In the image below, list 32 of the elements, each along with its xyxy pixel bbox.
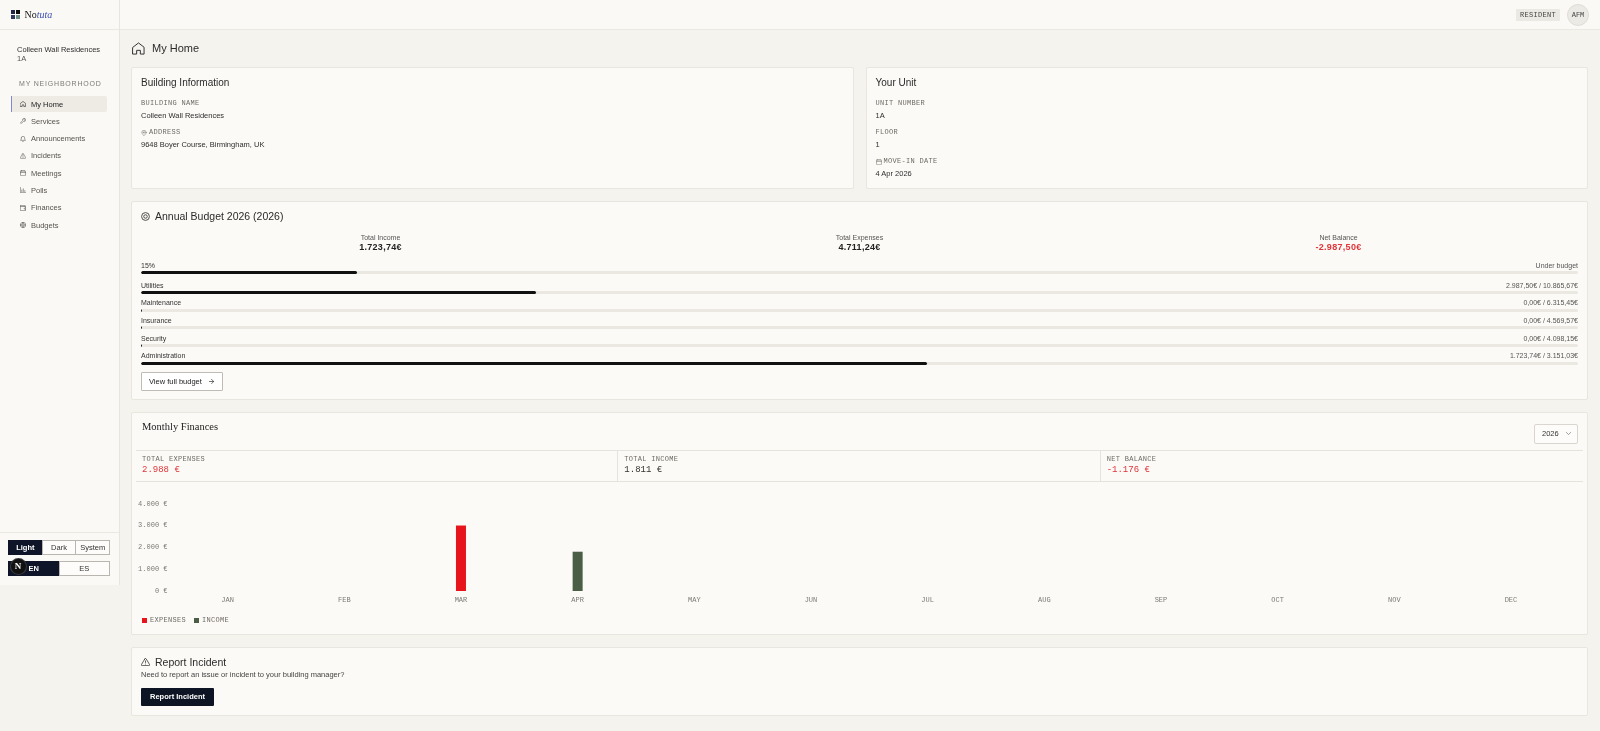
page-title: My Home	[152, 41, 200, 55]
warning-icon	[20, 152, 26, 159]
stat-value: 2.988 €	[142, 464, 181, 476]
bar	[572, 551, 583, 591]
bar-chart-icon	[20, 187, 26, 194]
wallet-icon	[20, 204, 26, 211]
dev-tools-button[interactable]: N	[10, 559, 26, 574]
card-title: Report Incident	[155, 654, 227, 669]
arrow-right-icon	[208, 378, 214, 384]
calendar-icon	[875, 158, 882, 165]
stat-value: 1.811 €	[624, 464, 664, 476]
card-title: Monthly Finances	[142, 419, 219, 434]
stat-value: 4.711,24€	[838, 241, 881, 253]
card-title: Annual Budget 2026 (2026)	[155, 209, 284, 223]
logo-text: Notuta	[24, 8, 53, 21]
chevron-down-icon	[1566, 432, 1571, 436]
stat-value: -1.176 €	[1106, 464, 1151, 476]
bar	[455, 525, 466, 591]
stat-value: 1.723,74€	[359, 241, 402, 253]
pin-icon	[141, 129, 147, 136]
home-icon	[132, 41, 145, 55]
globe-icon	[20, 222, 26, 229]
logo-icon	[11, 10, 20, 19]
home-icon	[20, 101, 26, 107]
calendar-icon	[20, 170, 26, 177]
card-title: Your Unit	[875, 76, 918, 90]
stat-value: -2.987,50€	[1315, 241, 1362, 253]
card-title: Building Information	[141, 76, 231, 90]
target-icon	[141, 211, 150, 221]
warning-icon	[141, 657, 150, 667]
wrench-icon	[20, 118, 26, 125]
bell-icon	[20, 135, 26, 142]
